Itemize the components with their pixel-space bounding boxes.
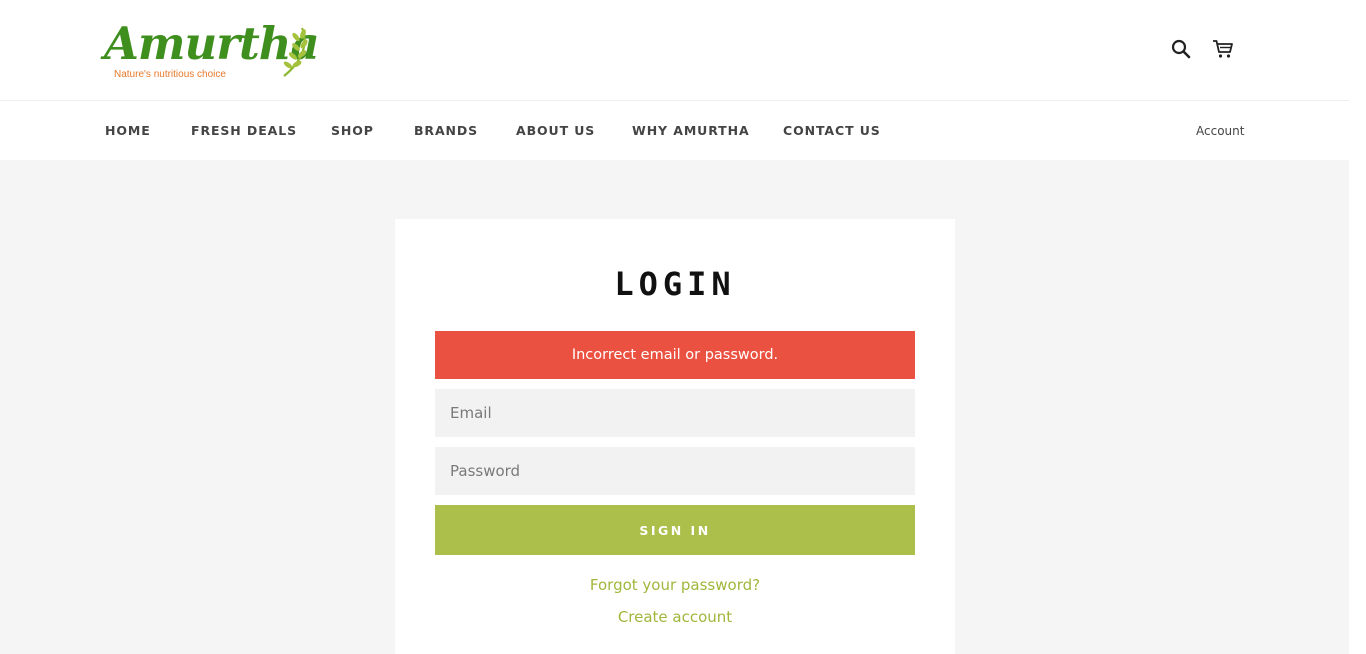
nav-item-shop[interactable]: SHOP	[331, 123, 374, 138]
account-link[interactable]: Account	[1196, 124, 1244, 138]
page: Amurtha Nature's nutritious choice HOME …	[0, 0, 1349, 654]
nav-item-contact-us[interactable]: CONTACT US	[783, 123, 881, 138]
nav-item-home[interactable]: HOME	[105, 123, 151, 138]
sign-in-button[interactable]: SIGN IN	[435, 505, 915, 555]
cart-button[interactable]	[1209, 35, 1237, 63]
nav-item-about-us[interactable]: ABOUT US	[516, 123, 595, 138]
error-banner: Incorrect email or password.	[435, 331, 915, 379]
password-field[interactable]	[435, 447, 915, 495]
nav-item-why-amurtha[interactable]: WHY AMURTHA	[632, 123, 750, 138]
wheat-icon	[283, 27, 308, 77]
login-card: LOGIN Incorrect email or password. SIGN …	[395, 219, 955, 654]
site-header: Amurtha Nature's nutritious choice HOME …	[0, 0, 1349, 160]
forgot-password-link[interactable]: Forgot your password?	[395, 576, 955, 594]
create-account-link[interactable]: Create account	[395, 608, 955, 626]
nav-item-brands[interactable]: BRANDS	[414, 123, 478, 138]
search-icon	[1171, 39, 1191, 59]
page-title: LOGIN	[614, 265, 736, 303]
logo-tagline: Nature's nutritious choice	[114, 69, 226, 80]
logo[interactable]: Amurtha Nature's nutritious choice	[104, 16, 320, 82]
email-field[interactable]	[435, 389, 915, 437]
scrollbar[interactable]	[1349, 0, 1366, 654]
nav-item-fresh-deals[interactable]: FRESH DEALS	[191, 123, 297, 138]
search-button[interactable]	[1167, 35, 1195, 63]
main-nav: HOME FRESH DEALS SHOP BRANDS ABOUT US WH…	[0, 101, 1349, 160]
cart-icon	[1213, 40, 1233, 58]
